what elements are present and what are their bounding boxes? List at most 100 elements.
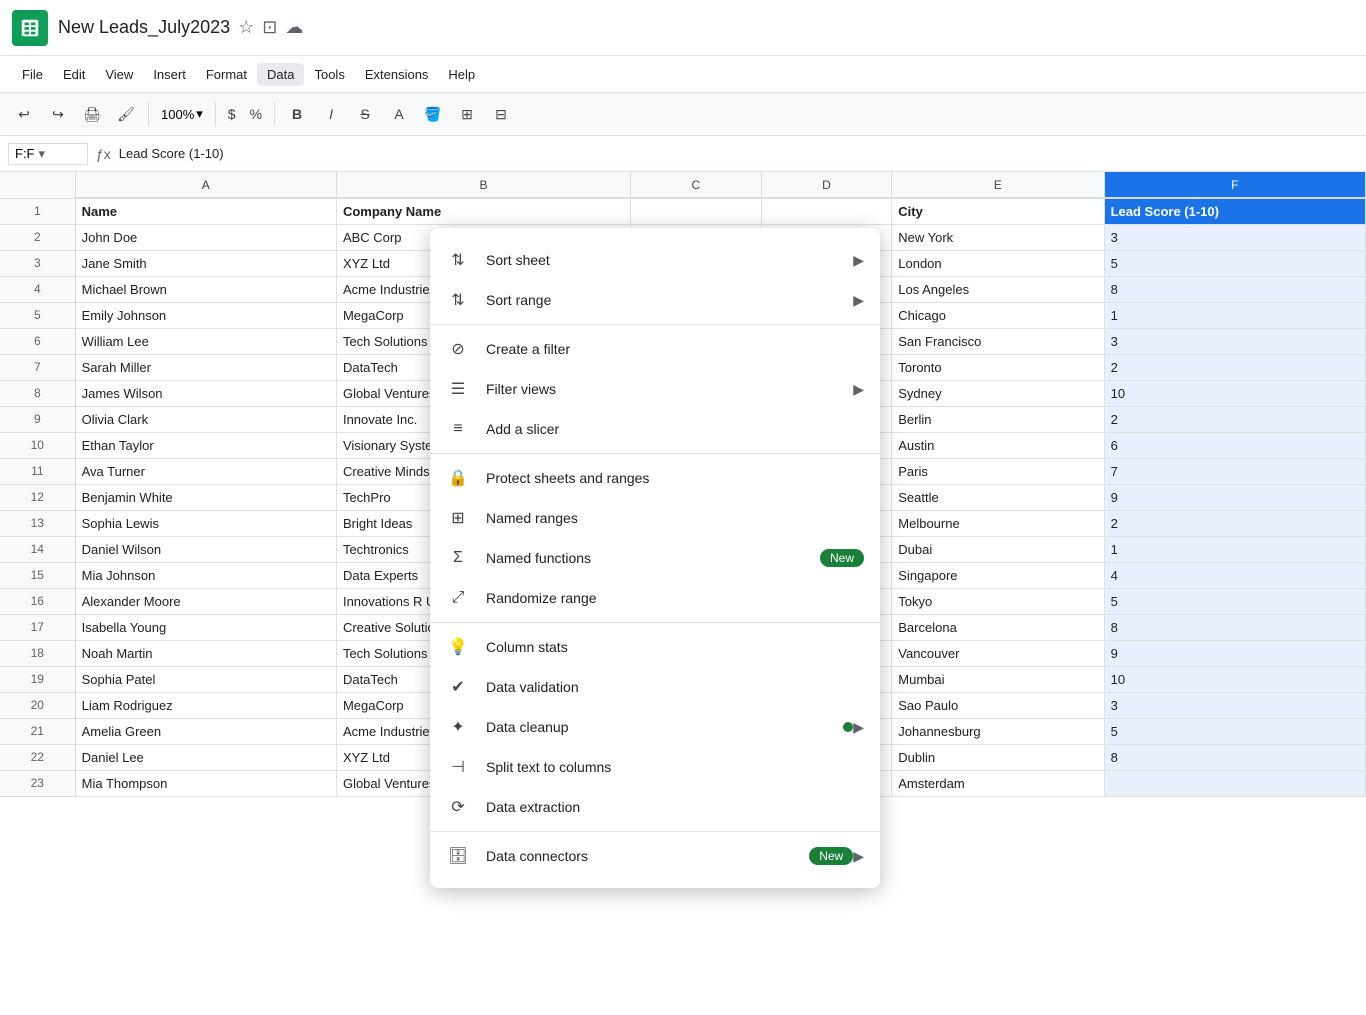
cell-18-e[interactable]: Vancouver <box>892 640 1104 666</box>
cell-11-f[interactable]: 7 <box>1104 458 1365 484</box>
folder-icon[interactable]: ⊡ <box>262 17 277 38</box>
menu-tools[interactable]: Tools <box>304 63 354 86</box>
star-icon[interactable]: ☆ <box>238 17 254 38</box>
fill-color-button[interactable]: 🪣 <box>417 98 449 130</box>
cell-21-a[interactable]: Amelia Green <box>75 718 336 744</box>
cell-1-b[interactable]: Company Name <box>336 198 630 224</box>
borders-button[interactable]: ⊞ <box>451 98 483 130</box>
paint-format-button[interactable]: 🖌 <box>110 98 142 130</box>
cell-9-f[interactable]: 2 <box>1104 406 1365 432</box>
cell-4-e[interactable]: Los Angeles <box>892 276 1104 302</box>
col-header-a[interactable]: A <box>75 172 336 198</box>
cell-13-f[interactable]: 2 <box>1104 510 1365 536</box>
menu-item-data-conn[interactable]: 🗄 Data connectors New▶ <box>430 836 880 876</box>
cell-19-f[interactable]: 10 <box>1104 666 1365 692</box>
menu-item-protect[interactable]: 🔒 Protect sheets and ranges <box>430 458 880 498</box>
cell-7-a[interactable]: Sarah Miller <box>75 354 336 380</box>
cell-13-e[interactable]: Melbourne <box>892 510 1104 536</box>
italic-button[interactable]: I <box>315 98 347 130</box>
cell-20-e[interactable]: Sao Paulo <box>892 692 1104 718</box>
menu-help[interactable]: Help <box>438 63 485 86</box>
menu-item-create-filter[interactable]: ⊘ Create a filter <box>430 329 880 369</box>
cell-1-d[interactable] <box>761 198 892 224</box>
col-header-f[interactable]: F <box>1104 172 1365 198</box>
zoom-control[interactable]: 100% ▾ <box>155 104 209 124</box>
cell-17-e[interactable]: Barcelona <box>892 614 1104 640</box>
cell-6-f[interactable]: 3 <box>1104 328 1365 354</box>
cell-2-a[interactable]: John Doe <box>75 224 336 250</box>
cell-23-a[interactable]: Mia Thompson <box>75 770 336 796</box>
cell-5-f[interactable]: 1 <box>1104 302 1365 328</box>
cell-12-e[interactable]: Seattle <box>892 484 1104 510</box>
cell-13-a[interactable]: Sophia Lewis <box>75 510 336 536</box>
cell-5-e[interactable]: Chicago <box>892 302 1104 328</box>
cell-18-a[interactable]: Noah Martin <box>75 640 336 666</box>
cell-22-e[interactable]: Dublin <box>892 744 1104 770</box>
col-header-d[interactable]: D <box>761 172 892 198</box>
cell-1-f[interactable]: Lead Score (1-10) <box>1104 198 1365 224</box>
cell-3-a[interactable]: Jane Smith <box>75 250 336 276</box>
menu-item-add-slicer[interactable]: ≡ Add a slicer <box>430 409 880 449</box>
cell-11-a[interactable]: Ava Turner <box>75 458 336 484</box>
cell-17-a[interactable]: Isabella Young <box>75 614 336 640</box>
menu-item-data-extract[interactable]: ⟳ Data extraction <box>430 787 880 827</box>
cell-16-f[interactable]: 5 <box>1104 588 1365 614</box>
cell-8-e[interactable]: Sydney <box>892 380 1104 406</box>
col-header-b[interactable]: B <box>336 172 630 198</box>
menu-item-randomize[interactable]: ⤢ Randomize range <box>430 578 880 618</box>
text-color-button[interactable]: A <box>383 98 415 130</box>
cell-18-f[interactable]: 9 <box>1104 640 1365 666</box>
undo-button[interactable]: ↩ <box>8 98 40 130</box>
cell-1-c[interactable] <box>630 198 761 224</box>
menu-file[interactable]: File <box>12 63 53 86</box>
menu-view[interactable]: View <box>95 63 143 86</box>
cell-8-a[interactable]: James Wilson <box>75 380 336 406</box>
redo-button[interactable]: ↪ <box>42 98 74 130</box>
cell-1-e[interactable]: City <box>892 198 1104 224</box>
cell-3-f[interactable]: 5 <box>1104 250 1365 276</box>
cell-7-f[interactable]: 2 <box>1104 354 1365 380</box>
cell-12-a[interactable]: Benjamin White <box>75 484 336 510</box>
cell-12-f[interactable]: 9 <box>1104 484 1365 510</box>
menu-edit[interactable]: Edit <box>53 63 95 86</box>
cell-21-f[interactable]: 5 <box>1104 718 1365 744</box>
cell-14-a[interactable]: Daniel Wilson <box>75 536 336 562</box>
merge-button[interactable]: ⊟ <box>485 98 517 130</box>
menu-item-split-text[interactable]: ⊣ Split text to columns <box>430 747 880 787</box>
cell-17-f[interactable]: 8 <box>1104 614 1365 640</box>
menu-item-named-ranges[interactable]: ⊞ Named ranges <box>430 498 880 538</box>
cell-16-a[interactable]: Alexander Moore <box>75 588 336 614</box>
cell-14-f[interactable]: 1 <box>1104 536 1365 562</box>
cell-9-a[interactable]: Olivia Clark <box>75 406 336 432</box>
cell-15-a[interactable]: Mia Johnson <box>75 562 336 588</box>
menu-format[interactable]: Format <box>196 63 257 86</box>
percent-button[interactable]: % <box>244 104 268 124</box>
cell-6-a[interactable]: William Lee <box>75 328 336 354</box>
menu-data[interactable]: Data <box>257 63 304 86</box>
bold-button[interactable]: B <box>281 98 313 130</box>
cell-8-f[interactable]: 10 <box>1104 380 1365 406</box>
cell-2-f[interactable]: 3 <box>1104 224 1365 250</box>
menu-item-sort-range[interactable]: ⇅ Sort range ▶ <box>430 280 880 320</box>
cell-21-e[interactable]: Johannesburg <box>892 718 1104 744</box>
strikethrough-button[interactable]: S <box>349 98 381 130</box>
cell-7-e[interactable]: Toronto <box>892 354 1104 380</box>
cell-14-e[interactable]: Dubai <box>892 536 1104 562</box>
menu-item-col-stats[interactable]: 💡 Column stats <box>430 627 880 667</box>
cell-1-a[interactable]: Name <box>75 198 336 224</box>
menu-item-data-cleanup[interactable]: ✦ Data cleanup ▶ <box>430 707 880 747</box>
cell-5-a[interactable]: Emily Johnson <box>75 302 336 328</box>
cell-6-e[interactable]: San Francisco <box>892 328 1104 354</box>
menu-insert[interactable]: Insert <box>143 63 196 86</box>
cloud-icon[interactable]: ☁ <box>285 17 303 38</box>
cell-15-e[interactable]: Singapore <box>892 562 1104 588</box>
cell-10-e[interactable]: Austin <box>892 432 1104 458</box>
cell-23-e[interactable]: Amsterdam <box>892 770 1104 796</box>
cell-10-a[interactable]: Ethan Taylor <box>75 432 336 458</box>
currency-button[interactable]: $ <box>222 104 242 124</box>
cell-10-f[interactable]: 6 <box>1104 432 1365 458</box>
cell-11-e[interactable]: Paris <box>892 458 1104 484</box>
menu-extensions[interactable]: Extensions <box>355 63 439 86</box>
cell-22-f[interactable]: 8 <box>1104 744 1365 770</box>
menu-item-data-valid[interactable]: ✔ Data validation <box>430 667 880 707</box>
